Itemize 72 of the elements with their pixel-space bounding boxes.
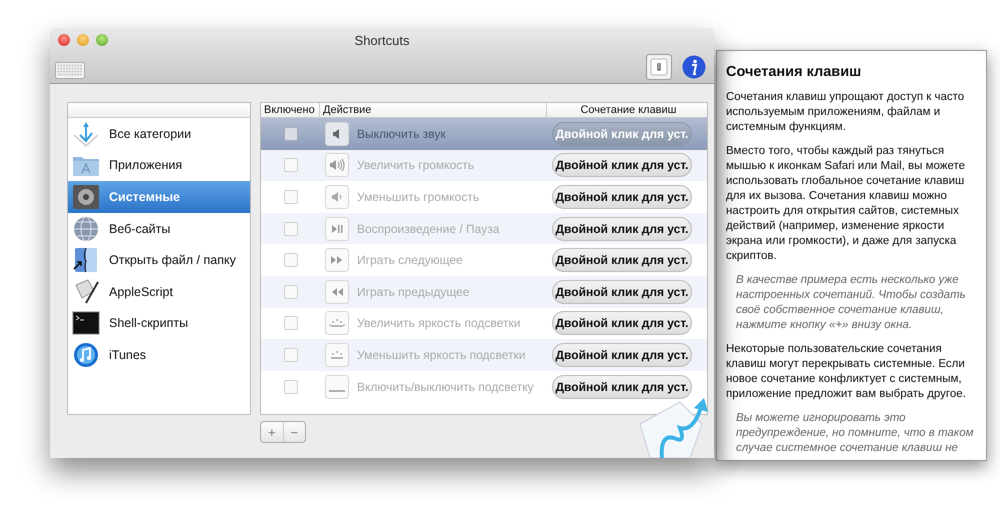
category-item[interactable]: AppleScript <box>68 276 250 308</box>
help-paragraph: Вместо того, чтобы каждый раз тянуться мышью к иконкам Safari или Mail, вы можете использовать глобальное сочетание клавиш для их вызова. Сочетания клавиш можно настроить для открытия сайтов, системных действий (например, изменение яркости экрана или громкости), и даже для запуска скриптов. <box>726 144 966 264</box>
key-icon[interactable] <box>646 54 672 80</box>
enabled-checkbox[interactable] <box>284 284 298 299</box>
shortcut-button[interactable]: Двойной клик для уст. <box>552 248 692 272</box>
globe-icon <box>72 216 100 242</box>
table-row[interactable]: Увеличить яркость подсветки Двойной клик для уст. <box>261 308 707 340</box>
enabled-checkbox[interactable] <box>284 253 298 268</box>
action-name: Уменьшить яркость подсветки <box>357 348 526 362</box>
speaker-loud-icon <box>325 153 349 178</box>
zoom-button[interactable] <box>96 34 108 46</box>
fast-forward-icon <box>325 248 349 272</box>
column-header[interactable]: Действие <box>320 103 547 117</box>
add-button[interactable]: + <box>261 422 282 442</box>
action-name: Уменьшить громкость <box>357 190 480 204</box>
shortcut-button[interactable]: Двойной клик для уст. <box>552 153 692 178</box>
info-icon[interactable] <box>682 55 706 79</box>
shortcut-button[interactable]: Двойной клик для уст. <box>552 184 692 209</box>
action-name: Увеличить громкость <box>357 158 475 172</box>
table-row[interactable]: Играть следующее Двойной клик для уст. <box>261 244 707 276</box>
keyboard-icon[interactable] <box>55 62 85 78</box>
help-title: Сочетания клавиш <box>726 65 862 80</box>
category-item[interactable]: Системные <box>68 181 250 213</box>
brightness-icon <box>325 311 349 336</box>
brightness-icon <box>325 342 349 367</box>
terminal-icon <box>72 310 100 336</box>
remove-button[interactable]: − <box>282 422 305 442</box>
category-item[interactable]: Открыть файл / папку <box>68 244 250 276</box>
shortcut-button[interactable]: Двойной клик для уст. <box>552 216 692 241</box>
category-item[interactable]: Shell-скрипты <box>68 308 250 340</box>
speaker-icon <box>325 122 349 146</box>
column-header[interactable]: Включено <box>261 103 320 117</box>
minimize-button[interactable] <box>77 34 89 46</box>
play-pause-icon <box>325 216 349 241</box>
enabled-checkbox[interactable] <box>284 126 298 141</box>
shortcut-icon <box>72 120 100 147</box>
help-paragraph: Сочетания клавиш упрощают доступ к часто используемым приложениям, файлам и системным функциям. <box>726 90 966 135</box>
rewind-icon <box>325 280 349 304</box>
action-name: Воспроизведение / Пауза <box>357 222 500 236</box>
help-note: Вы можете игнорировать это предупреждение, но помните, что в таком случае системное сочетание клавиш не <box>735 411 974 456</box>
shortcut-button[interactable]: Двойной клик для уст. <box>552 280 692 304</box>
enabled-checkbox[interactable] <box>284 316 298 330</box>
enabled-checkbox[interactable] <box>284 190 298 204</box>
category-item[interactable]: iTunes <box>68 339 250 371</box>
action-name: Выключить звук <box>357 126 447 141</box>
action-name: Играть следующее <box>357 253 464 268</box>
shortcut-button[interactable]: Двойной клик для уст. <box>552 311 692 336</box>
window-title: Shortcuts <box>354 33 410 48</box>
enabled-checkbox[interactable] <box>284 380 298 394</box>
action-name: Включить/выключить подсветку <box>357 380 535 394</box>
shortcut-button[interactable]: Двойной клик для уст. <box>552 374 692 399</box>
help-note: В качестве примера есть несколько уже настроенных сочетаний. Чтобы создать своё собственное сочетание клавиш, нажмите кнопку «+» внизу окна. <box>735 273 967 333</box>
table-row[interactable]: Уменьшить яркость подсветки Двойной клик для уст. <box>261 339 707 371</box>
enabled-checkbox[interactable] <box>284 348 298 362</box>
column-header[interactable]: Сочетание клавиш <box>547 103 707 117</box>
category-item[interactable]: Приложения <box>68 150 250 182</box>
table-row[interactable]: Воспроизведение / Пауза Двойной клик для уст. <box>261 212 707 244</box>
action-name: Играть предыдущее <box>357 284 470 299</box>
shortcut-button[interactable]: Двойной клик для уст. <box>552 342 692 367</box>
speaker-quiet-icon <box>325 184 349 209</box>
help-paragraph: Некоторые пользовательские сочетания клавиш могут перекрывать системные. Если новое сочетание конфликтует с системным, приложение предложит вам выбрать другое. <box>726 342 967 402</box>
table-row[interactable]: Уменьшить громкость Двойной клик для уст. <box>261 181 707 213</box>
category-item[interactable]: Все категории <box>68 118 250 150</box>
enabled-checkbox[interactable] <box>284 158 298 172</box>
music-icon <box>72 342 100 368</box>
category-item[interactable]: Веб-сайты <box>68 212 250 244</box>
table-row[interactable]: Включить/выключить подсветку Двойной клик для уст. <box>261 370 707 402</box>
close-button[interactable] <box>58 34 70 46</box>
enabled-checkbox[interactable] <box>284 222 298 236</box>
table-row[interactable]: Играть предыдущее Двойной клик для уст. <box>261 276 707 308</box>
table-row[interactable]: Увеличить громкость Двойной клик для уст. <box>261 150 707 182</box>
action-name: Увеличить яркость подсветки <box>357 316 522 330</box>
